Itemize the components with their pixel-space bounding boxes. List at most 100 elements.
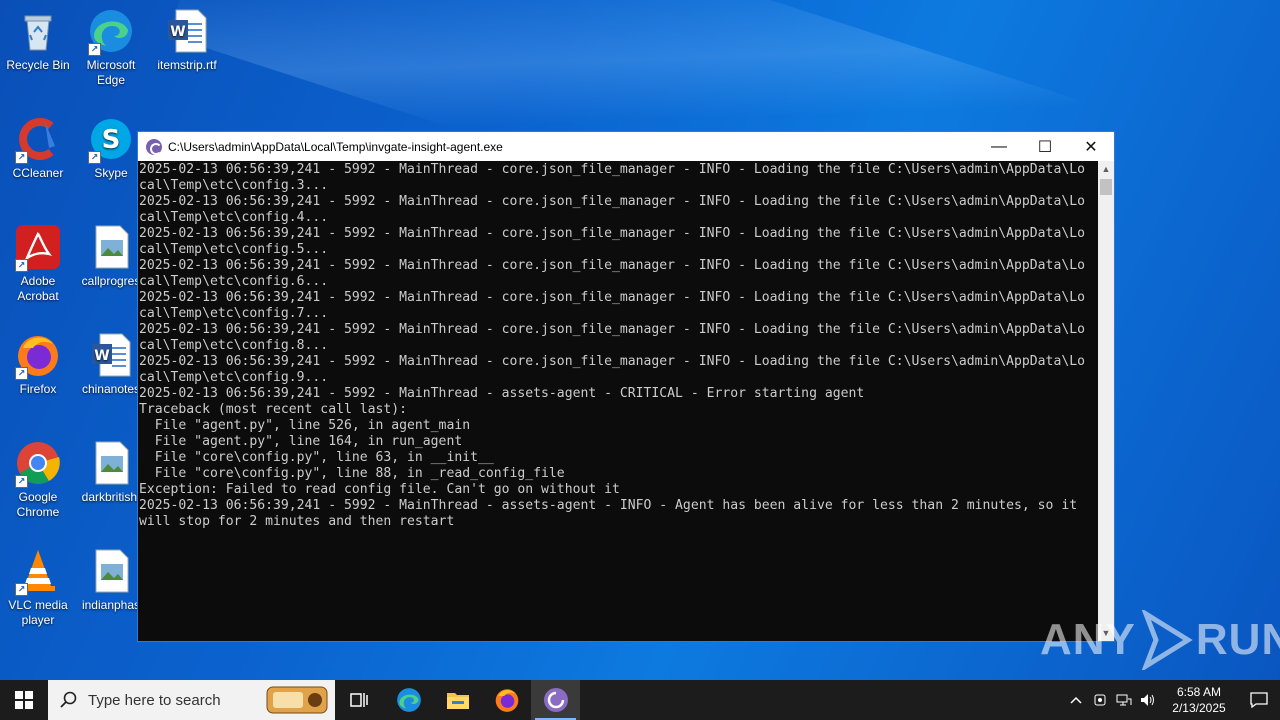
- word-document-icon: W: [164, 8, 210, 54]
- start-button[interactable]: [0, 680, 48, 720]
- play-icon: [1141, 610, 1193, 670]
- word-document-icon: W: [88, 332, 134, 378]
- console-line: cal\Temp\etc\config.7...: [139, 306, 329, 321]
- taskbar-clock[interactable]: 6:58 AM 2/13/2025: [1160, 684, 1238, 716]
- shortcut-arrow-icon: ↗: [88, 151, 101, 164]
- invgate-app-icon: [146, 138, 162, 155]
- clock-time: 6:58 AM: [1176, 685, 1222, 699]
- task-view-icon: [349, 693, 368, 707]
- desktop-icon-label: Recycle Bin: [6, 58, 70, 72]
- console-line: 2025-02-13 06:56:39,241 - 5992 - MainThr…: [139, 354, 1085, 369]
- taskbar-firefox[interactable]: [482, 680, 531, 720]
- desktop-icon-recycle-bin[interactable]: Recycle Bin: [0, 8, 76, 73]
- console-line: cal\Temp\etc\config.4...: [139, 210, 329, 225]
- invgate-app-icon: [543, 688, 568, 712]
- watermark-text-right: RUN: [1195, 615, 1280, 664]
- window-title: C:\Users\admin\AppData\Local\Temp\invgat…: [168, 139, 503, 154]
- windows-logo-icon: [15, 691, 33, 709]
- taskbar-file-explorer[interactable]: [433, 680, 482, 720]
- image-file-icon: [88, 224, 134, 270]
- vertical-scrollbar[interactable]: ▲ ▼: [1098, 161, 1114, 641]
- console-line: cal\Temp\etc\config.5...: [139, 242, 329, 257]
- volume-icon[interactable]: [1136, 680, 1160, 720]
- console-line: 2025-02-13 06:56:39,241 - 5992 - MainThr…: [139, 290, 1085, 305]
- svg-text:W: W: [94, 348, 109, 364]
- console-line: cal\Temp\etc\config.9...: [139, 370, 329, 385]
- adobe-acrobat-icon: ↗: [15, 224, 61, 272]
- window-titlebar[interactable]: C:\Users\admin\AppData\Local\Temp\invgat…: [138, 132, 1114, 161]
- image-file-icon: [88, 548, 134, 594]
- console-line: Traceback (most recent call last):: [139, 402, 408, 417]
- desktop-icon-label: Adobe Acrobat: [17, 274, 59, 303]
- taskbar-invgate-agent[interactable]: [531, 680, 580, 720]
- console-line: cal\Temp\etc\config.3...: [139, 178, 329, 193]
- console-line: cal\Temp\etc\config.6...: [139, 274, 329, 289]
- device-icon[interactable]: [1088, 680, 1112, 720]
- desktop-icon-vlc[interactable]: ↗ VLC media player: [0, 548, 76, 628]
- console-line: 2025-02-13 06:56:39,241 - 5992 - MainThr…: [139, 226, 1085, 241]
- search-icon: [60, 691, 77, 708]
- console-line: 2025-02-13 06:56:39,241 - 5992 - MainThr…: [139, 498, 1078, 513]
- ccleaner-icon: ↗: [15, 116, 61, 164]
- shortcut-arrow-icon: ↗: [15, 151, 28, 164]
- desktop-icon-microsoft-edge[interactable]: ↗ Microsoft Edge: [73, 8, 149, 88]
- system-tray: 6:58 AM 2/13/2025: [1064, 680, 1280, 720]
- taskbar: Type here to search 6:58 AM 2/13/2025: [0, 680, 1280, 720]
- console-line: File "core\config.py", line 63, in __ini…: [139, 450, 494, 465]
- minimize-button[interactable]: —: [976, 132, 1022, 161]
- taskbar-search-box[interactable]: Type here to search: [48, 680, 335, 720]
- chevron-up-icon[interactable]: [1064, 680, 1088, 720]
- desktop-icon-label: Microsoft Edge: [86, 58, 136, 87]
- desktop-icon-adobe-acrobat[interactable]: ↗ Adobe Acrobat: [0, 224, 76, 304]
- desktop-icon-google-chrome[interactable]: ↗ Google Chrome: [0, 440, 76, 520]
- desktop-icon-firefox[interactable]: ↗ Firefox: [0, 332, 76, 397]
- console-line: 2025-02-13 06:56:39,241 - 5992 - MainThr…: [139, 162, 1085, 177]
- chrome-icon: ↗: [15, 440, 61, 488]
- console-line: cal\Temp\etc\config.8...: [139, 338, 329, 353]
- edge-icon: ↗: [88, 8, 134, 56]
- edge-icon: [396, 688, 421, 712]
- scrollbar-thumb[interactable]: [1100, 179, 1112, 195]
- svg-text:S: S: [102, 125, 121, 155]
- desktop-icon-itemstrip[interactable]: W itemstrip.rtf: [149, 8, 225, 73]
- desktop-icon-label: Google Chrome: [16, 490, 60, 519]
- taskbar-edge[interactable]: [384, 680, 433, 720]
- scroll-up-icon[interactable]: ▲: [1098, 161, 1114, 177]
- console-line: File "agent.py", line 164, in run_agent: [139, 434, 463, 449]
- close-button[interactable]: ✕: [1068, 132, 1114, 161]
- desktop-icon-label: Firefox: [19, 382, 57, 396]
- shortcut-arrow-icon: ↗: [88, 43, 101, 56]
- notifications-button[interactable]: [1238, 680, 1280, 720]
- desktop-icon-label: VLC media player: [8, 598, 68, 627]
- console-window[interactable]: C:\Users\admin\AppData\Local\Temp\invgat…: [137, 131, 1115, 642]
- firefox-icon: ↗: [15, 332, 61, 380]
- console-line: 2025-02-13 06:56:39,241 - 5992 - MainThr…: [139, 194, 1085, 209]
- firefox-icon: [495, 689, 518, 712]
- console-line: 2025-02-13 06:56:39,241 - 5992 - MainThr…: [139, 258, 1085, 273]
- folder-icon: [446, 693, 469, 709]
- maximize-button[interactable]: ☐: [1022, 132, 1068, 161]
- search-highlight-radio-icon: [266, 686, 328, 714]
- shortcut-arrow-icon: ↗: [15, 475, 28, 488]
- console-line: Exception: Failed to read config file. C…: [139, 482, 620, 497]
- shortcut-arrow-icon: ↗: [15, 583, 28, 596]
- svg-text:W: W: [170, 24, 185, 40]
- console-line: 2025-02-13 06:56:39,241 - 5992 - MainThr…: [139, 386, 865, 401]
- search-placeholder: Type here to search: [88, 691, 221, 709]
- clock-date: 2/13/2025: [1172, 701, 1226, 715]
- skype-icon: S ↗: [88, 116, 134, 164]
- network-icon[interactable]: [1112, 680, 1136, 720]
- console-output[interactable]: 2025-02-13 06:56:39,241 - 5992 - MainThr…: [138, 161, 1099, 641]
- shortcut-arrow-icon: ↗: [15, 259, 28, 272]
- console-line: File "core\config.py", line 88, in _read…: [139, 466, 565, 481]
- desktop-icon-label: CCleaner: [12, 166, 64, 180]
- shortcut-arrow-icon: ↗: [15, 367, 28, 380]
- vlc-icon: ↗: [15, 548, 61, 596]
- task-view-button[interactable]: [335, 680, 384, 720]
- desktop-icon-ccleaner[interactable]: ↗ CCleaner: [0, 116, 76, 181]
- console-line: will stop for 2 minutes and then restart: [139, 514, 455, 529]
- console-line: File "agent.py", line 526, in agent_main: [139, 418, 471, 433]
- console-line: 2025-02-13 06:56:39,241 - 5992 - MainThr…: [139, 322, 1085, 337]
- desktop-icon-label: itemstrip.rtf: [157, 58, 217, 72]
- watermark-text-left: ANY: [1040, 615, 1136, 664]
